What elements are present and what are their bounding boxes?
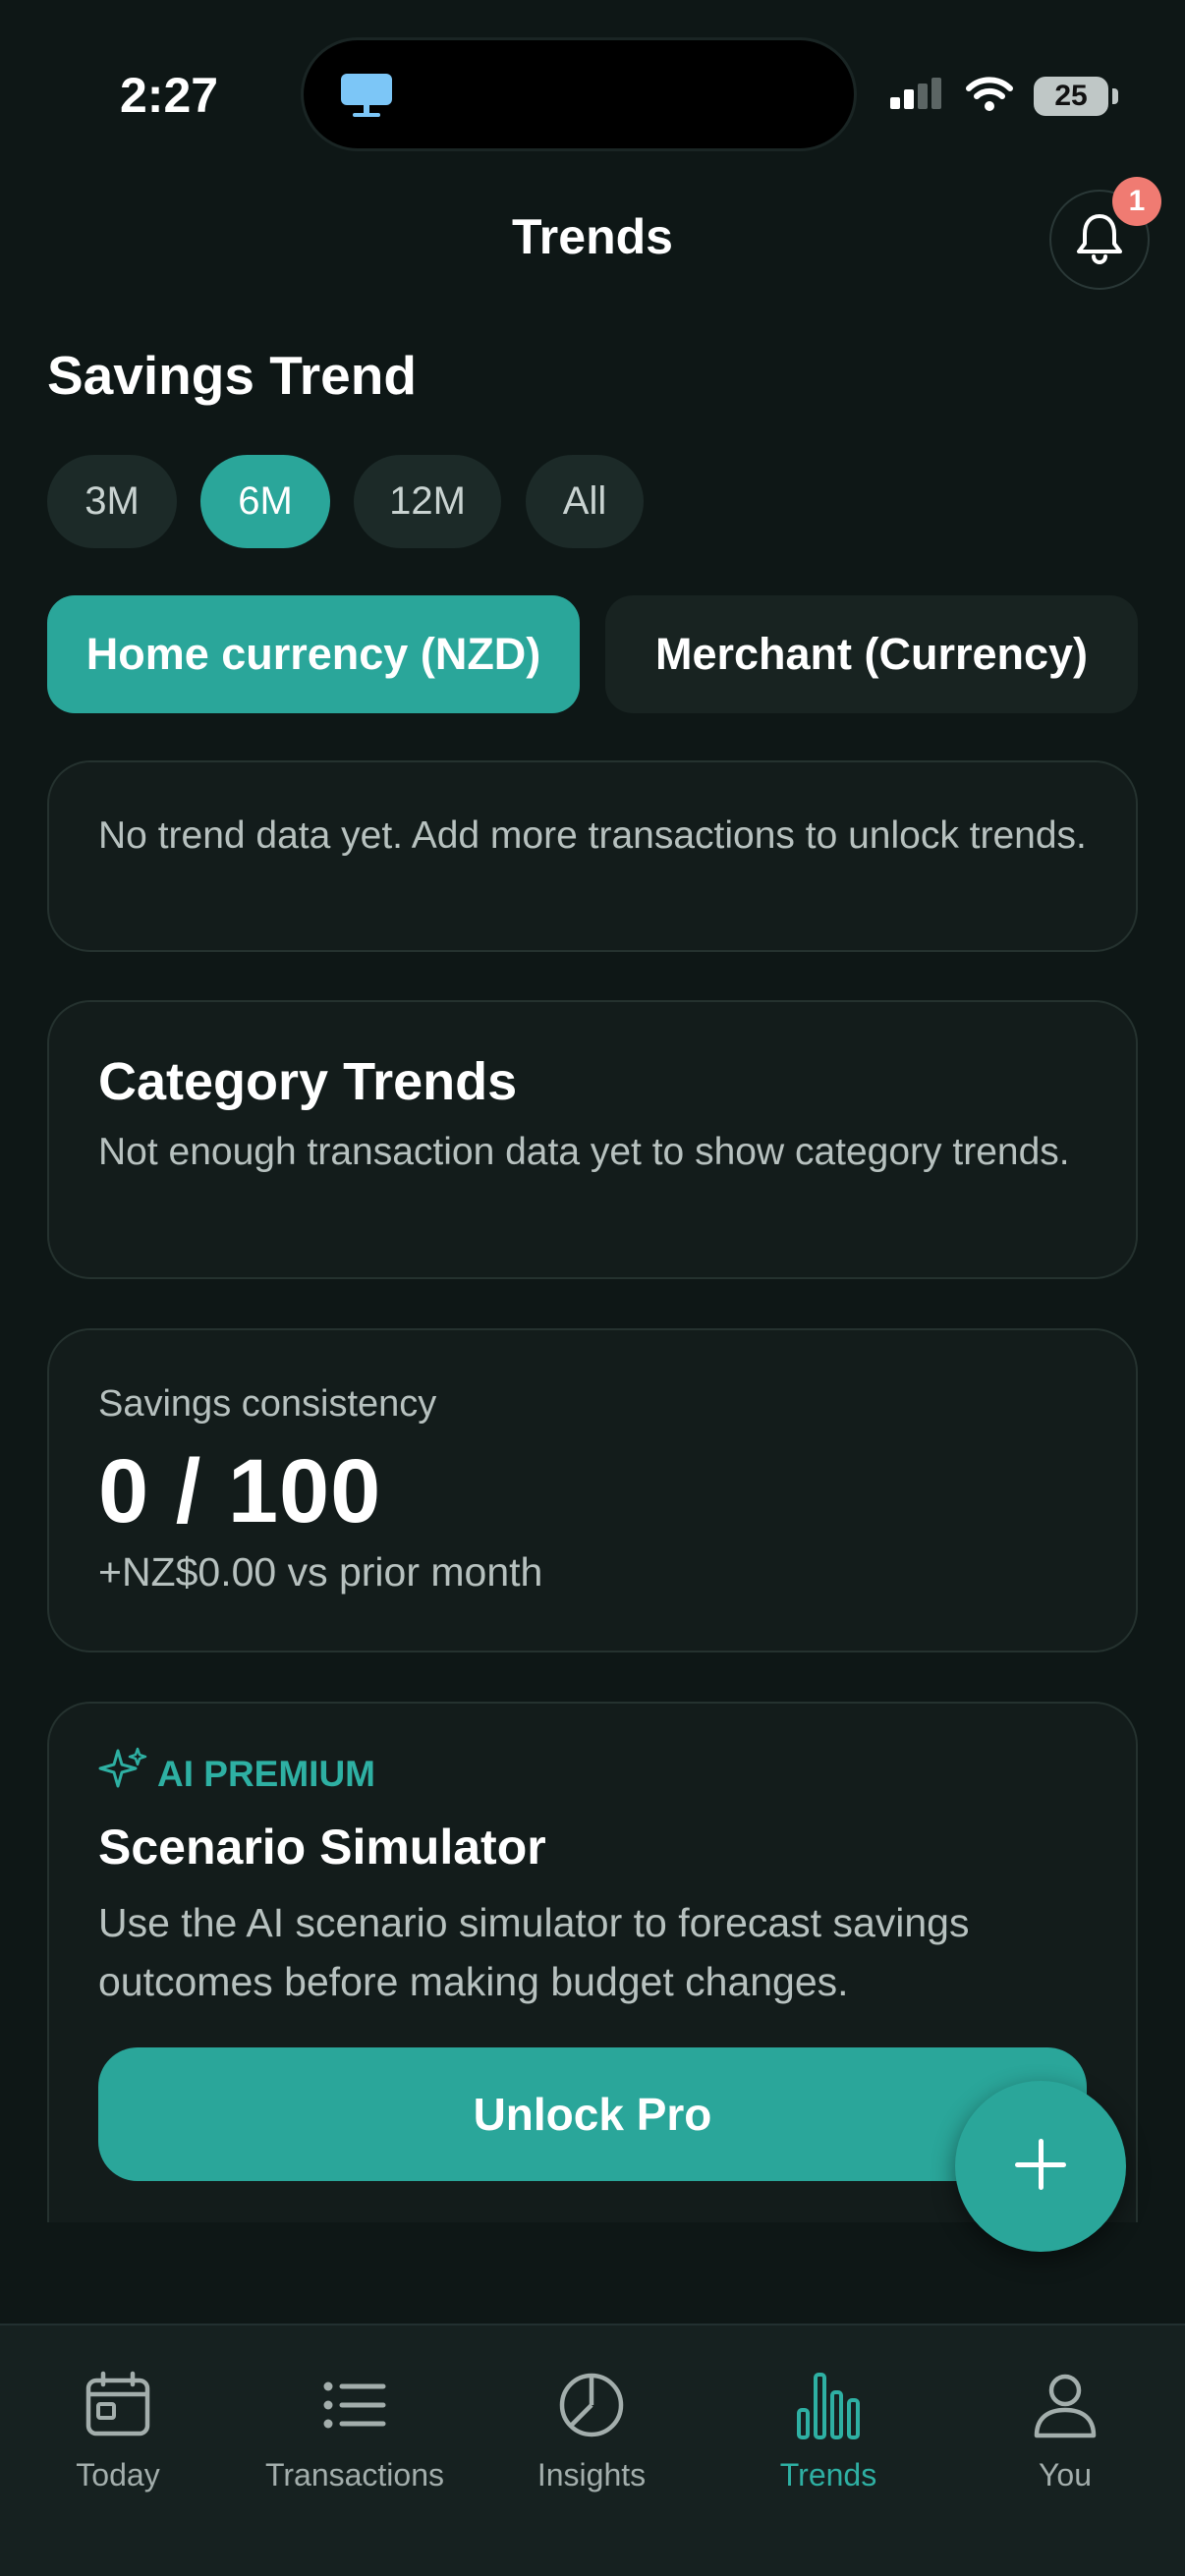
wifi-icon <box>965 75 1014 117</box>
trends-screen: 2:27 25 Trends 1 Savings Trend 3M 6M 12M… <box>0 0 1185 2576</box>
page-title: Trends <box>512 209 673 264</box>
range-12m-button[interactable]: 12M <box>354 455 501 548</box>
savings-consistency-card: Savings consistency 0 / 100 +NZ$0.00 vs … <box>47 1328 1138 1652</box>
category-trends-card: Category Trends Not enough transaction d… <box>47 1000 1138 1279</box>
tab-trends[interactable]: Trends <box>710 2371 946 2493</box>
person-icon <box>1031 2371 1100 2457</box>
bar-chart-icon <box>794 2371 863 2457</box>
tab-insights[interactable]: Insights <box>474 2371 709 2493</box>
scenario-simulator-description: Use the AI scenario simulator to forecas… <box>98 1900 970 2004</box>
calendar-icon <box>84 2371 152 2457</box>
tab-trends-label: Trends <box>779 2457 877 2492</box>
cellular-signal-icon <box>888 76 945 116</box>
battery-icon: 25 <box>1034 76 1118 116</box>
status-time: 2:27 <box>120 68 219 123</box>
tab-insights-label: Insights <box>536 2457 647 2492</box>
ai-premium-tag: AI PREMIUM <box>98 1745 1089 1803</box>
notification-badge: 1 <box>1112 177 1161 226</box>
tab-today[interactable]: Today <box>0 2371 236 2493</box>
sparkles-icon <box>98 1745 147 1803</box>
savings-trend-title: Savings Trend <box>47 345 417 406</box>
bell-icon <box>1074 210 1125 270</box>
range-3m-button[interactable]: 3M <box>47 455 177 548</box>
savings-trend-empty-message: No trend data yet. Add more transactions… <box>98 814 1087 857</box>
category-trends-empty-message: Not enough transaction data yet to show … <box>98 1131 1070 1173</box>
monitor-icon <box>339 72 394 124</box>
dynamic-island <box>301 37 857 151</box>
consistency-score: 0 / 100 <box>98 1441 382 1541</box>
scenario-simulator-title: Scenario Simulator <box>98 1820 546 1875</box>
plus-icon <box>1011 2135 1070 2199</box>
savings-trend-card: No trend data yet. Add more transactions… <box>47 760 1138 952</box>
status-icons: 25 <box>888 75 1118 117</box>
tab-you[interactable]: You <box>947 2371 1183 2493</box>
unlock-pro-button[interactable]: Unlock Pro <box>98 2047 1087 2181</box>
tab-transactions-label: Transactions <box>265 2457 444 2492</box>
list-icon <box>320 2371 389 2457</box>
consistency-delta: +NZ$0.00 vs prior month <box>98 1549 543 1595</box>
tab-you-label: You <box>1039 2457 1092 2492</box>
tab-today-label: Today <box>76 2457 160 2492</box>
category-trends-title: Category Trends <box>98 1052 518 1111</box>
range-all-button[interactable]: All <box>526 455 644 548</box>
home-currency-toggle[interactable]: Home currency (NZD) <box>47 595 580 713</box>
range-6m-button[interactable]: 6M <box>200 455 330 548</box>
pie-chart-icon <box>557 2371 626 2457</box>
ai-premium-label: AI PREMIUM <box>157 1753 375 1794</box>
tab-transactions[interactable]: Transactions <box>237 2371 473 2493</box>
add-transaction-button[interactable] <box>955 2081 1126 2252</box>
bottom-tab-bar: Today Transactions Insights Trends You <box>0 2324 1185 2576</box>
consistency-label: Savings consistency <box>98 1383 437 1425</box>
merchant-currency-toggle[interactable]: Merchant (Currency) <box>605 595 1138 713</box>
